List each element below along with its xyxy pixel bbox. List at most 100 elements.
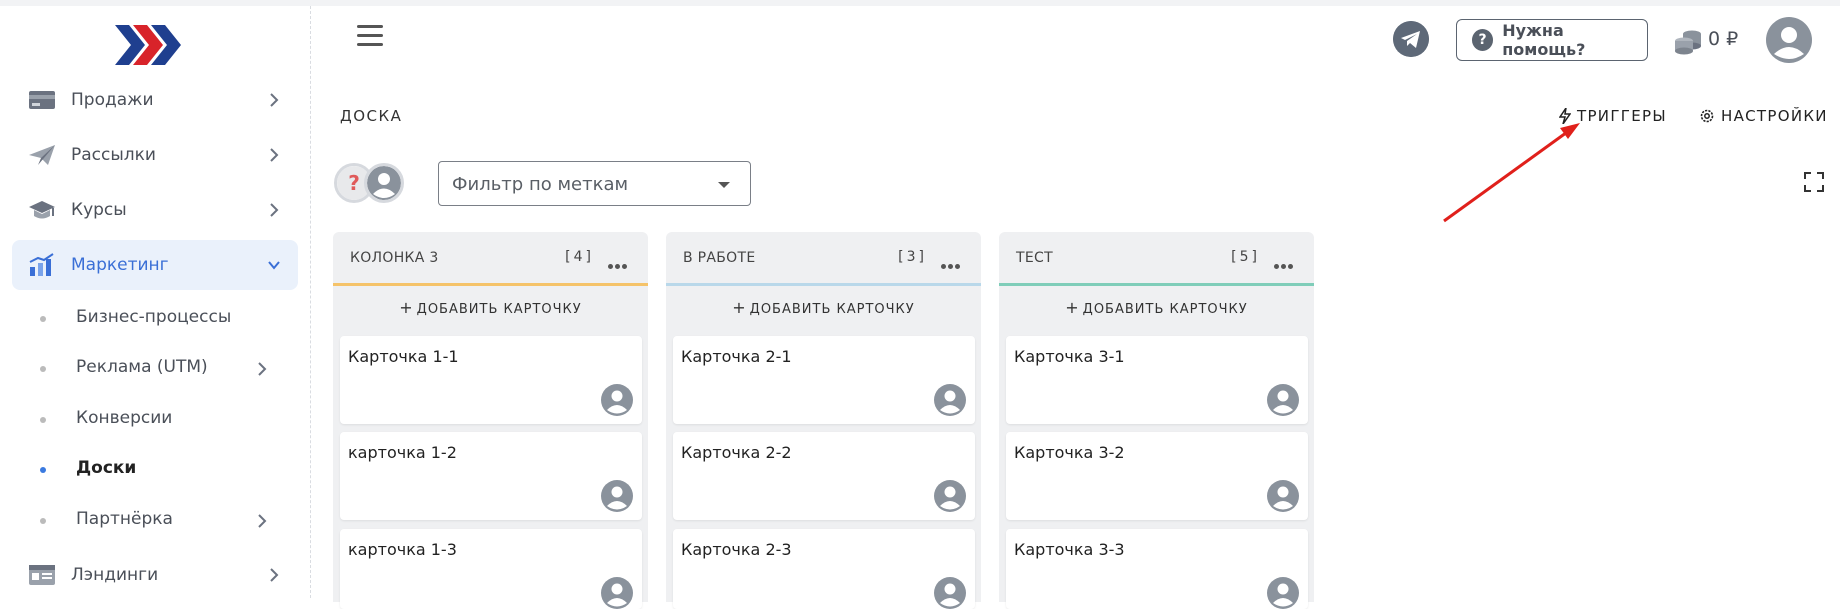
board-card[interactable]: Карточка 3-2 xyxy=(1006,432,1308,520)
chart-icon xyxy=(29,253,54,276)
card-assignee-icon[interactable] xyxy=(1267,480,1299,512)
chevron-right-icon xyxy=(270,568,279,582)
board-card[interactable]: Карточка 2-2 xyxy=(673,432,975,520)
board-card[interactable]: карточка 1-3 xyxy=(340,529,642,609)
help-button[interactable]: ? Нужна помощь? xyxy=(1456,19,1648,61)
sidebar-item-label: Лэндинги xyxy=(71,565,159,585)
add-card-label: ДОБАВИТЬ КАРТОЧКУ xyxy=(1082,302,1248,317)
svg-text:?: ? xyxy=(348,171,360,195)
sidebar-subitem-boards[interactable]: Доски xyxy=(12,447,298,491)
card-assignee-icon[interactable] xyxy=(934,480,966,512)
card-title: Карточка 2-1 xyxy=(681,347,792,366)
card-title: Карточка 2-2 xyxy=(681,443,792,462)
board-card[interactable]: Карточка 2-3 xyxy=(673,529,975,609)
board-card[interactable]: Карточка 3-1 xyxy=(1006,336,1308,424)
card-title: Карточка 2-3 xyxy=(681,540,792,559)
column-title: В РАБОТЕ xyxy=(683,250,756,266)
chevron-right-icon xyxy=(270,203,279,217)
plus-icon: + xyxy=(1065,298,1080,317)
chevron-right-icon xyxy=(270,93,279,107)
add-card-button[interactable]: + ДОБАВИТЬ КАРТОЧКУ xyxy=(333,298,648,317)
column-card-count: [3] xyxy=(898,249,927,265)
card-assignee-icon[interactable] xyxy=(601,480,633,512)
board-card[interactable]: карточка 1-2 xyxy=(340,432,642,520)
sidebar-subitem-label: Партнёрка xyxy=(76,509,173,529)
column-card-count: [4] xyxy=(565,249,594,265)
bullet xyxy=(40,467,46,473)
card-assignee-icon[interactable] xyxy=(1267,384,1299,416)
column-menu-icon[interactable] xyxy=(1274,254,1296,269)
question-icon: ? xyxy=(1472,29,1494,51)
logo[interactable] xyxy=(115,23,185,67)
add-card-label: ДОБАВИТЬ КАРТОЧКУ xyxy=(416,302,582,317)
graduation-cap-icon xyxy=(29,201,55,219)
settings-label: НАСТРОЙКИ xyxy=(1721,107,1828,125)
column-title: ТЕСТ xyxy=(1016,250,1053,266)
sidebar-item-mailings[interactable]: Рассылки xyxy=(12,130,298,180)
sidebar-subitem-partners[interactable]: Партнёрка xyxy=(12,498,298,542)
member-avatar[interactable] xyxy=(364,163,404,203)
page-title: ДОСКА xyxy=(340,107,403,125)
sidebar-subitem-conversions[interactable]: Конверсии xyxy=(12,397,298,441)
caret-down-icon xyxy=(718,182,730,188)
balance-amount: 0 ₽ xyxy=(1708,28,1739,50)
settings-link[interactable]: НАСТРОЙКИ xyxy=(1699,105,1828,127)
sidebar-subitem-label: Конверсии xyxy=(76,408,173,428)
user-avatar-icon[interactable] xyxy=(1765,16,1813,64)
column-menu-icon[interactable] xyxy=(941,254,963,269)
column-header: КОЛОНКА 3 [4] xyxy=(333,232,648,286)
card-title: карточка 1-3 xyxy=(348,540,457,559)
column-header: ТЕСТ [5] xyxy=(999,232,1314,286)
telegram-icon[interactable] xyxy=(1393,21,1429,57)
sidebar-item-label: Продажи xyxy=(71,90,154,110)
board-card[interactable]: Карточка 2-1 xyxy=(673,336,975,424)
bullet xyxy=(40,417,46,423)
add-card-button[interactable]: + ДОБАВИТЬ КАРТОЧКУ xyxy=(999,298,1314,317)
card-title: Карточка 1-1 xyxy=(348,347,459,366)
card-title: карточка 1-2 xyxy=(348,443,457,462)
card-assignee-icon[interactable] xyxy=(934,577,966,609)
card-assignee-icon[interactable] xyxy=(601,384,633,416)
tag-filter-select[interactable]: Фильтр по меткам xyxy=(438,161,751,206)
board-column: КОЛОНКА 3 [4] + ДОБАВИТЬ КАРТОЧКУ Карточка 1… xyxy=(333,232,648,609)
sidebar-item-sales[interactable]: Продажи xyxy=(12,75,298,125)
sidebar-subitem-ads-utm[interactable]: Реклама (UTM) xyxy=(12,346,298,390)
board-card[interactable]: Карточка 3-3 xyxy=(1006,529,1308,609)
card-title: Карточка 3-3 xyxy=(1014,540,1125,559)
add-card-button[interactable]: + ДОБАВИТЬ КАРТОЧКУ xyxy=(666,298,981,317)
card-icon xyxy=(29,91,55,109)
column-card-count: [5] xyxy=(1231,249,1260,265)
card-title: Карточка 3-2 xyxy=(1014,443,1125,462)
column-title: КОЛОНКА 3 xyxy=(350,250,439,266)
tag-filter-placeholder: Фильтр по меткам xyxy=(452,174,629,195)
chevron-down-icon xyxy=(268,261,280,270)
member-avatars: ? xyxy=(334,163,404,205)
gear-icon xyxy=(1700,109,1714,123)
sidebar-subitem-business-processes[interactable]: Бизнес-процессы xyxy=(12,296,298,340)
triggers-label: ТРИГГЕРЫ xyxy=(1577,107,1667,125)
card-assignee-icon[interactable] xyxy=(934,384,966,416)
chevron-right-icon xyxy=(270,148,279,162)
sidebar-item-label: Рассылки xyxy=(71,145,156,165)
sidebar-item-label: Маркетинг xyxy=(71,255,169,275)
fullscreen-icon[interactable] xyxy=(1804,172,1824,192)
card-title: Карточка 3-1 xyxy=(1014,347,1125,366)
card-assignee-icon[interactable] xyxy=(1267,577,1299,609)
plus-icon: + xyxy=(732,298,747,317)
column-header: В РАБОТЕ [3] xyxy=(666,232,981,286)
bullet xyxy=(40,366,46,372)
sidebar-item-courses[interactable]: Курсы xyxy=(12,185,298,235)
chevron-right-icon xyxy=(258,362,267,376)
annotation-arrow xyxy=(1443,123,1580,223)
sidebar-item-marketing[interactable]: Маркетинг xyxy=(12,240,298,290)
sidebar: Продажи Рассылки Курсы Маркетинг Бизнес-… xyxy=(0,6,311,598)
card-assignee-icon[interactable] xyxy=(601,577,633,609)
board-card[interactable]: Карточка 1-1 xyxy=(340,336,642,424)
board-column: ТЕСТ [5] + ДОБАВИТЬ КАРТОЧКУ Карточка 3-1 Кар… xyxy=(999,232,1314,609)
plus-icon: + xyxy=(399,298,414,317)
menu-toggle-button[interactable] xyxy=(357,25,383,51)
user-icon xyxy=(367,166,401,200)
column-menu-icon[interactable] xyxy=(608,254,630,269)
sidebar-item-label: Курсы xyxy=(71,200,127,220)
sidebar-item-landings[interactable]: Лэндинги xyxy=(12,550,298,600)
